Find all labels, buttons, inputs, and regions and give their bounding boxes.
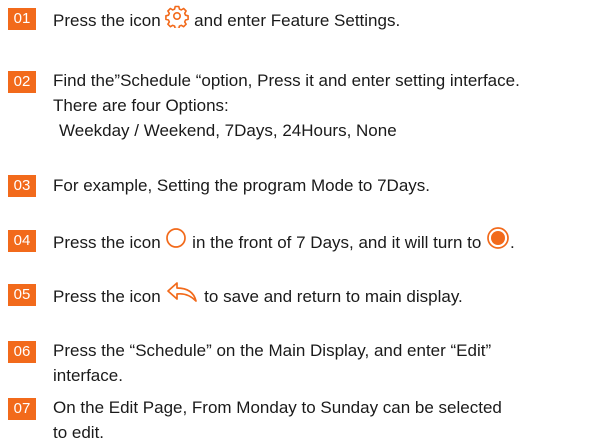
radio-unselected-icon bbox=[165, 227, 187, 256]
step-text-line-1: Press the “Schedule” on the Main Display… bbox=[53, 341, 492, 360]
step-text-before-icon: Press the icon bbox=[53, 232, 166, 252]
step-text: Press the “Schedule” on the Main Display… bbox=[53, 338, 582, 388]
step-text-after-icon: . bbox=[510, 232, 515, 252]
step-text: Find the”Schedule “option, Press it and … bbox=[53, 68, 582, 143]
step-number-badge: 04 bbox=[8, 230, 36, 252]
step-text-middle: in the front of 7 Days, and it will turn… bbox=[187, 232, 487, 252]
gear-icon bbox=[165, 4, 190, 35]
step-text: On the Edit Page, From Monday to Sunday … bbox=[53, 395, 582, 445]
manual-page: { "colors": { "accent": "#f26a1b", "badg… bbox=[0, 0, 590, 446]
step-text-after-icon: and enter Feature Settings. bbox=[189, 10, 401, 30]
step-number-badge: 07 bbox=[8, 398, 36, 420]
step-number-badge: 02 bbox=[8, 71, 36, 93]
step-text-line-2: interface. bbox=[53, 366, 123, 385]
step-text: For example, Setting the program Mode to… bbox=[53, 176, 431, 195]
step-text: Press the icon in the front of 7 Days, a… bbox=[53, 226, 582, 259]
radio-selected-icon bbox=[486, 226, 510, 257]
step-text-before-icon: Press the icon bbox=[53, 10, 166, 30]
step-number-badge: 03 bbox=[8, 175, 36, 197]
step-text-before-icon: Press the icon bbox=[53, 286, 166, 306]
step-text-after-icon: to save and return to main display. bbox=[199, 286, 463, 306]
step-number-badge: 05 bbox=[8, 284, 36, 306]
step-text-line-1: On the Edit Page, From Monday to Sunday … bbox=[53, 398, 502, 417]
step-text-line-2: There are four Options: bbox=[53, 96, 229, 115]
step-number-badge: 01 bbox=[8, 8, 36, 30]
schedule-options-list: Weekday / Weekend, 7Days, 24Hours, None bbox=[59, 121, 397, 140]
step-text: Press the icon to save and return to mai… bbox=[53, 282, 582, 313]
step-text: Press the icon and enter Feature Setting… bbox=[53, 4, 582, 37]
back-arrow-icon bbox=[165, 280, 199, 311]
step-number-badge: 06 bbox=[8, 341, 36, 363]
step-text-line-2: to edit. bbox=[53, 423, 105, 442]
step-text-line-1: Find the”Schedule “option, Press it and … bbox=[53, 71, 520, 90]
